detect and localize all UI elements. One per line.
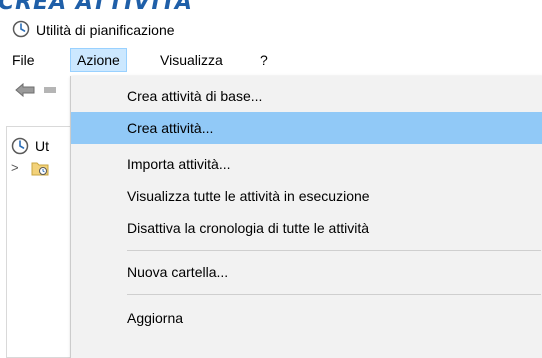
menu-item-crea-attivita[interactable]: Crea attività... [71,112,542,144]
title-bar: Utilità di pianificazione [0,14,542,44]
menu-item-crea-attivita-di-base[interactable]: Crea attività di base... [71,80,542,112]
menu-visualizza[interactable]: Visualizza [154,48,229,72]
menu-item-visualizza-attivita-in-esecuzione[interactable]: Visualizza tutte le attività in esecuzio… [71,180,542,212]
menu-item-nuova-cartella[interactable]: Nuova cartella... [71,256,542,288]
menu-azione[interactable]: Azione [70,48,127,72]
forward-arrow-icon[interactable] [42,82,68,98]
clock-icon [12,20,30,38]
back-arrow-icon[interactable] [14,82,38,98]
folder-clock-icon [31,162,49,176]
menu-bar: File Azione Visualizza ? [0,44,542,76]
window-title: Utilità di pianificazione [36,22,175,38]
top-banner: CREA ATTIVITÀ [0,0,542,14]
menu-file[interactable]: File [6,48,41,72]
azione-dropdown-menu: Crea attività di base... Crea attività..… [70,76,542,358]
chevron-right-icon[interactable]: > [11,157,19,179]
tree-item-label: Ut [35,138,49,154]
menu-item-aggiorna[interactable]: Aggiorna [71,302,542,334]
menu-help[interactable]: ? [254,48,274,72]
menu-item-importa-attivita[interactable]: Importa attività... [71,148,542,180]
tree-item-library[interactable]: > [11,157,71,179]
banner-text: CREA ATTIVITÀ [0,0,193,14]
clock-icon [11,137,29,155]
menu-separator [127,294,541,295]
menu-separator [127,250,541,251]
menu-item-disattiva-cronologia[interactable]: Disattiva la cronologia di tutte le atti… [71,212,542,244]
